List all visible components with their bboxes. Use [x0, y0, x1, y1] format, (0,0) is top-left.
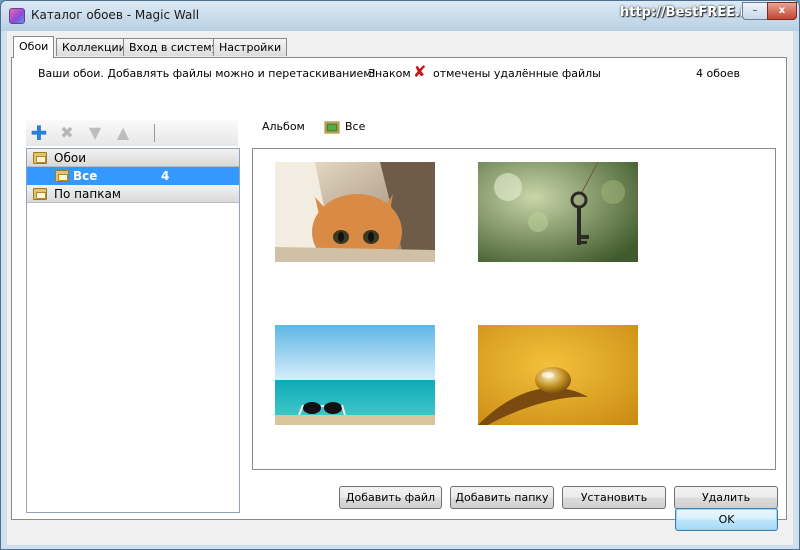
app-icon — [9, 8, 25, 24]
magic-wall-window: Каталог обоев - Magic Wall http://BestFR… — [0, 0, 800, 550]
cat-in-box-thumbnail[interactable] — [275, 162, 435, 262]
arrow-up-icon[interactable]: ▲ — [114, 124, 132, 142]
album-label: Альбом — [262, 120, 305, 133]
tree-item-label: Все — [73, 169, 98, 183]
minimize-button[interactable]: – — [742, 2, 768, 20]
tab-settings[interactable]: Настройки — [213, 38, 288, 56]
close-button[interactable]: x — [767, 2, 797, 20]
wallpaper-gallery — [252, 148, 776, 470]
arrow-down-icon[interactable]: ▼ — [86, 124, 104, 142]
delete-button[interactable]: Удалить — [674, 486, 778, 509]
add-folder-button[interactable]: Добавить папку — [450, 486, 554, 509]
tree-group-label: Обои — [54, 151, 86, 165]
hanging-key-thumbnail[interactable] — [478, 162, 638, 262]
legend-suffix-text: отмечены удалённые файлы — [433, 67, 601, 80]
add-file-button[interactable]: Добавить файл — [339, 486, 442, 509]
wallpaper-count: 4 обоев — [696, 67, 740, 80]
album-value: Все — [345, 120, 366, 133]
tree-toolbar: ✚ ✖ ▼ ▲ — [26, 120, 238, 146]
window-client-area: Обои Коллекции Вход в систему Настройки … — [7, 31, 793, 545]
hint-text: Ваши обои. Добавлять файлы можно и перет… — [38, 67, 376, 80]
folder-icon — [33, 188, 47, 200]
tree-group-by-folders[interactable]: По папкам — [27, 185, 239, 203]
toolbar-separator — [154, 124, 155, 142]
water-drop-thumbnail[interactable] — [478, 325, 638, 425]
plus-icon[interactable]: ✚ — [30, 123, 48, 143]
tree-item-all[interactable]: Все 4 — [27, 167, 239, 185]
tab-wallpapers[interactable]: Обои — [13, 36, 55, 58]
tab-login[interactable]: Вход в систему — [123, 38, 225, 56]
legend-prefix-text: Знаком — [368, 67, 411, 80]
folder-icon — [33, 152, 47, 164]
sunglasses-beach-thumbnail[interactable] — [275, 325, 435, 425]
watermark-text: http://BestFREE.ru — [620, 5, 756, 20]
tree-item-count: 4 — [161, 169, 170, 183]
deleted-mark-icon: ✘ — [413, 62, 427, 81]
title-bar[interactable]: Каталог обоев - Magic Wall http://BestFR… — [1, 1, 799, 31]
wallpapers-tab-panel: Ваши обои. Добавлять файлы можно и перет… — [11, 57, 787, 520]
tab-collections[interactable]: Коллекции — [56, 38, 132, 56]
tree-group-label: По папкам — [54, 187, 121, 201]
delete-x-icon[interactable]: ✖ — [58, 124, 76, 142]
ok-button[interactable]: OK — [675, 508, 778, 531]
album-tree: Обои Все 4 По папкам — [26, 148, 240, 513]
install-button[interactable]: Установить — [562, 486, 666, 509]
tree-group-wallpapers[interactable]: Обои — [27, 149, 239, 167]
album-icon — [324, 119, 340, 138]
window-title: Каталог обоев - Magic Wall — [31, 8, 200, 22]
folder-icon — [55, 170, 69, 182]
